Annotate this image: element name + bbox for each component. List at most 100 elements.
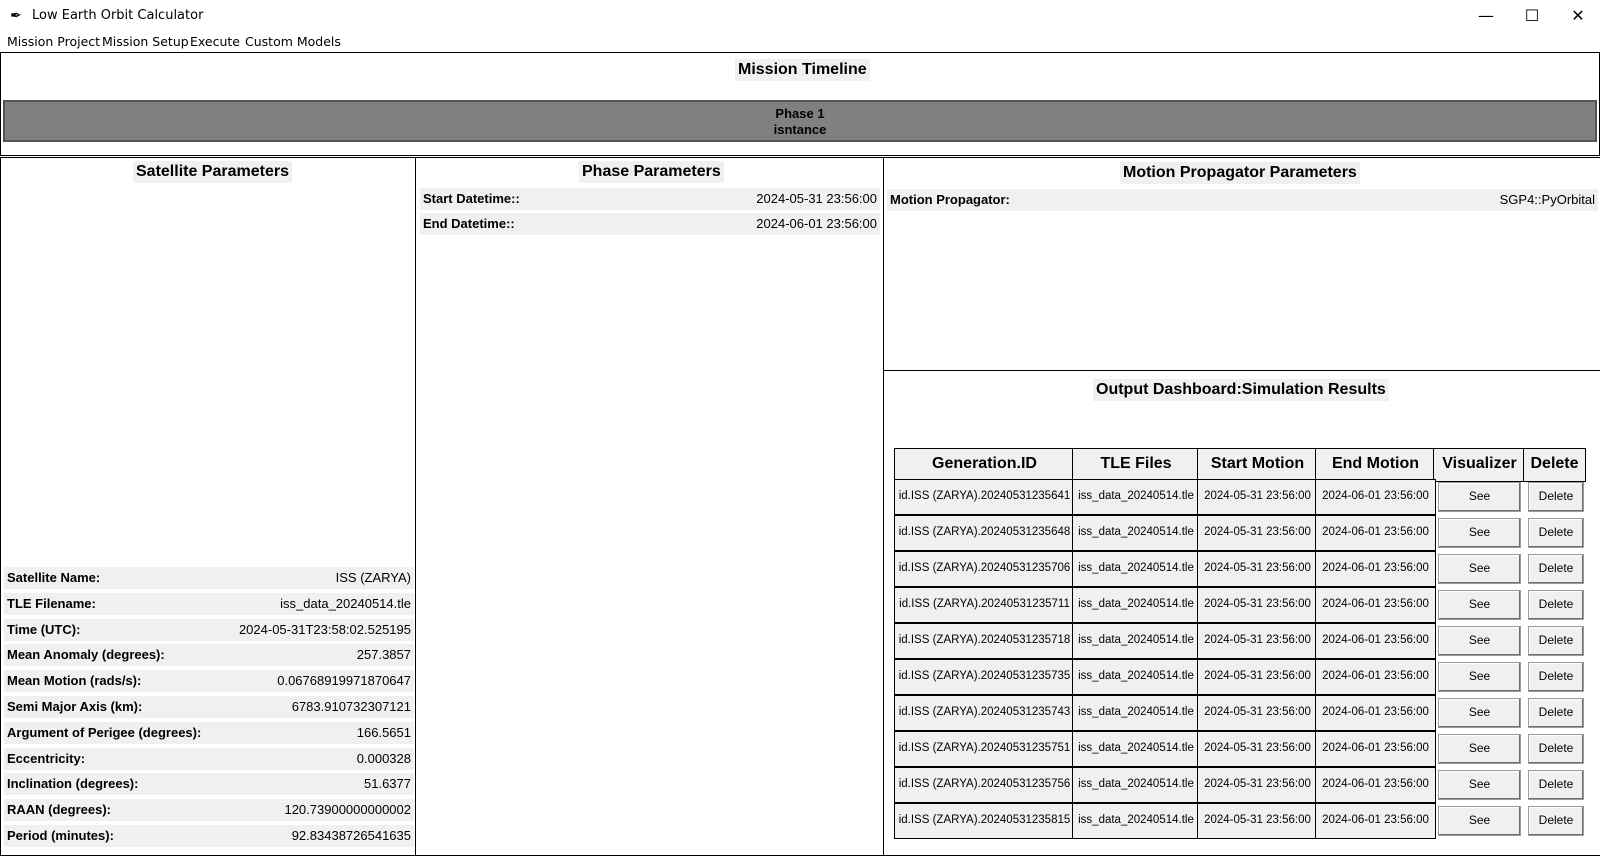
end-motion-cell: 2024-06-01 23:56:00	[1315, 695, 1436, 731]
minimize-button[interactable]: —	[1463, 0, 1509, 32]
generation-id-cell: id.ISS (ZARYA).20240531235751	[894, 731, 1075, 767]
see-button[interactable]: See	[1438, 698, 1521, 728]
generation-id-cell: id.ISS (ZARYA).20240531235706	[894, 551, 1075, 587]
satellite-param-row: Argument of Perigee (degrees): 166.5651	[4, 721, 414, 744]
see-button[interactable]: See	[1438, 806, 1521, 836]
end-motion-cell: 2024-06-01 23:56:00	[1315, 587, 1436, 623]
satellite-param-value: 92.83438726541635	[291, 828, 411, 843]
satellite-param-label: TLE Filename:	[7, 595, 96, 611]
delete-button[interactable]: Delete	[1528, 518, 1584, 548]
generation-id-cell: id.ISS (ZARYA).20240531235718	[894, 623, 1075, 659]
phase-label: Phase 1	[775, 106, 825, 121]
delete-button[interactable]: Delete	[1528, 590, 1584, 620]
satellite-param-row: Period (minutes): 92.83438726541635	[4, 825, 414, 847]
start-motion-cell: 2024-05-31 23:56:00	[1197, 515, 1318, 551]
header-start-motion: Start Motion	[1197, 448, 1318, 482]
see-button[interactable]: See	[1438, 626, 1521, 656]
satellite-param-value: 0.000328	[356, 750, 411, 766]
end-datetime-row: End Datetime:: 2024-06-01 23:56:00	[420, 213, 880, 235]
satellite-param-value: 166.5651	[356, 724, 411, 740]
delete-button[interactable]: Delete	[1528, 662, 1584, 692]
satellite-param-label: Mean Anomaly (degrees):	[7, 647, 165, 663]
start-motion-cell: 2024-05-31 23:56:00	[1197, 731, 1318, 767]
start-datetime-row: Start Datetime:: 2024-05-31 23:56:00	[420, 188, 880, 210]
satellite-param-row: Eccentricity: 0.000328	[4, 747, 414, 770]
end-motion-cell: 2024-06-01 23:56:00	[1315, 623, 1436, 659]
satellite-param-row: Inclination (degrees): 51.6377	[4, 773, 414, 796]
motion-propagator-label: Motion Propagator:	[890, 192, 1010, 207]
window-title: Low Earth Orbit Calculator	[32, 8, 204, 23]
title-bar	[0, 0, 1600, 32]
start-motion-cell: 2024-05-31 23:56:00	[1197, 587, 1318, 623]
tle-file-cell: iss_data_20240514.tle	[1072, 623, 1200, 659]
satellite-param-label: Time (UTC):	[7, 621, 81, 637]
output-dashboard-title: Output Dashboard:Simulation Results	[1093, 379, 1389, 401]
satellite-param-value: 51.6377	[364, 776, 411, 792]
end-datetime-label: End Datetime::	[423, 216, 515, 231]
satellite-param-label: RAAN (degrees):	[7, 802, 112, 818]
delete-button[interactable]: Delete	[1528, 626, 1584, 656]
end-motion-cell: 2024-06-01 23:56:00	[1315, 731, 1436, 767]
satellite-param-label: Mean Motion (rads/s):	[7, 673, 142, 689]
satellite-param-label: Period (minutes):	[7, 828, 114, 843]
delete-button[interactable]: Delete	[1528, 806, 1584, 836]
delete-button[interactable]: Delete	[1528, 734, 1584, 764]
satellite-param-row: Mean Motion (rads/s): 0.06768919971870647	[4, 670, 414, 693]
satellite-param-value: 0.06768919971870647	[277, 673, 411, 689]
generation-id-cell: id.ISS (ZARYA).20240531235735	[894, 659, 1075, 695]
tle-file-cell: iss_data_20240514.tle	[1072, 659, 1200, 695]
end-motion-cell: 2024-06-01 23:56:00	[1315, 551, 1436, 587]
end-motion-cell: 2024-06-01 23:56:00	[1315, 659, 1436, 695]
see-button[interactable]: See	[1438, 662, 1521, 692]
satellite-param-value: iss_data_20240514.tle	[280, 595, 411, 611]
satellite-param-row: Mean Anomaly (degrees): 257.3857	[4, 644, 414, 667]
end-motion-cell: 2024-06-01 23:56:00	[1315, 803, 1436, 839]
start-motion-cell: 2024-05-31 23:56:00	[1197, 695, 1318, 731]
end-motion-cell: 2024-06-01 23:56:00	[1315, 479, 1436, 515]
start-datetime-label: Start Datetime::	[423, 191, 520, 206]
satellite-param-label: Semi Major Axis (km):	[7, 699, 143, 714]
motion-propagator-value: SGP4::PyOrbital	[1499, 192, 1595, 207]
phase-parameters-title: Phase Parameters	[579, 161, 724, 183]
end-motion-cell: 2024-06-01 23:56:00	[1315, 515, 1436, 551]
header-delete: Delete	[1523, 448, 1586, 482]
see-button[interactable]: See	[1438, 518, 1521, 548]
satellite-param-label: Satellite Name:	[7, 570, 101, 585]
maximize-button[interactable]: ☐	[1509, 0, 1555, 32]
satellite-param-value: 120.73900000000002	[284, 802, 411, 818]
tle-file-cell: iss_data_20240514.tle	[1072, 803, 1200, 839]
tle-file-cell: iss_data_20240514.tle	[1072, 695, 1200, 731]
menu-execute[interactable]: Execute	[190, 34, 240, 50]
tle-file-cell: iss_data_20240514.tle	[1072, 551, 1200, 587]
satellite-param-label: Argument of Perigee (degrees):	[7, 724, 202, 740]
end-datetime-value: 2024-06-01 23:56:00	[756, 216, 877, 231]
satellite-param-value: 6783.910732307121	[291, 699, 411, 714]
delete-button[interactable]: Delete	[1528, 482, 1584, 512]
satellite-param-label: Inclination (degrees):	[7, 776, 139, 792]
generation-id-cell: id.ISS (ZARYA).20240531235641	[894, 479, 1075, 515]
see-button[interactable]: See	[1438, 734, 1521, 764]
satellite-param-label: Eccentricity:	[7, 750, 86, 766]
see-button[interactable]: See	[1438, 590, 1521, 620]
start-motion-cell: 2024-05-31 23:56:00	[1197, 551, 1318, 587]
tle-file-cell: iss_data_20240514.tle	[1072, 767, 1200, 803]
satellite-parameters-panel: Satellite Parameters Satellite Name: ISS …	[0, 157, 418, 856]
satellite-param-row: TLE Filename: iss_data_20240514.tle	[4, 592, 414, 615]
see-button[interactable]: See	[1438, 770, 1521, 800]
start-datetime-value: 2024-05-31 23:56:00	[756, 191, 877, 206]
close-button[interactable]: ✕	[1555, 0, 1600, 32]
delete-button[interactable]: Delete	[1528, 770, 1584, 800]
menu-mission-setup[interactable]: Mission Setup	[102, 34, 189, 50]
phase-1-block[interactable]: Phase 1 isntance	[3, 100, 1597, 142]
menu-mission-project[interactable]: Mission Project	[7, 34, 100, 50]
header-generation-id: Generation.ID	[894, 448, 1075, 482]
generation-id-cell: id.ISS (ZARYA).20240531235648	[894, 515, 1075, 551]
delete-button[interactable]: Delete	[1528, 554, 1584, 584]
menu-custom-models[interactable]: Custom Models	[245, 34, 341, 50]
tle-file-cell: iss_data_20240514.tle	[1072, 587, 1200, 623]
header-tle-files: TLE Files	[1072, 448, 1200, 482]
delete-button[interactable]: Delete	[1528, 698, 1584, 728]
satellite-param-value: ISS (ZARYA)	[335, 570, 411, 585]
see-button[interactable]: See	[1438, 482, 1521, 512]
see-button[interactable]: See	[1438, 554, 1521, 584]
